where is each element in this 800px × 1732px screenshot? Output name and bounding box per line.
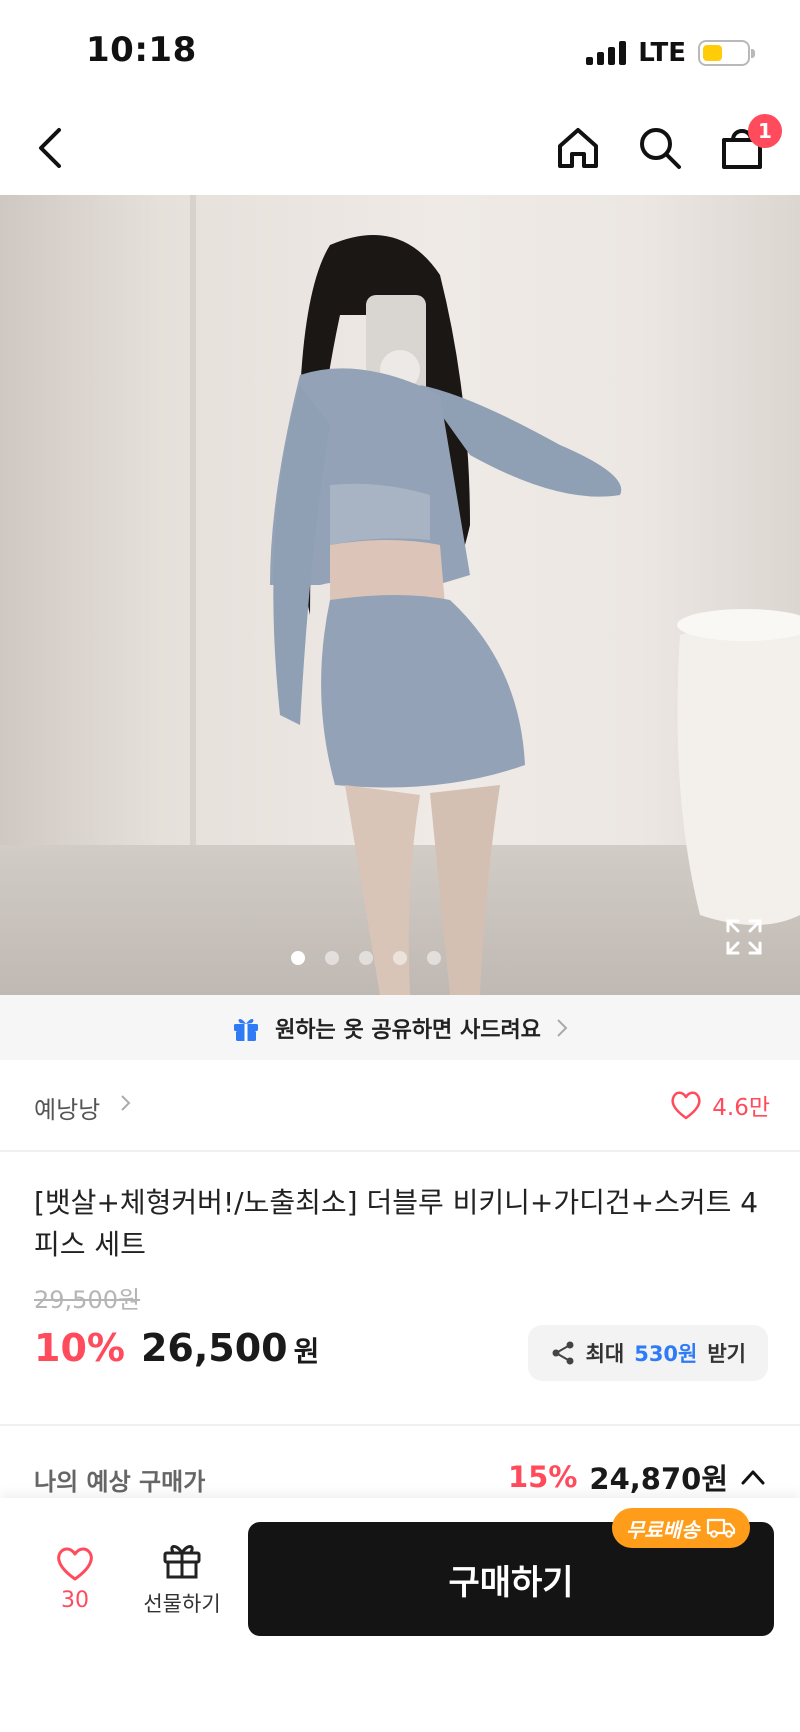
wishlist-count: 30: [61, 1588, 89, 1613]
battery-icon: [698, 40, 755, 66]
chevron-left-icon: [39, 128, 61, 168]
store-row: 예낭낭 4.6만: [0, 1060, 800, 1152]
price-row: 10% 26,500 원: [34, 1326, 319, 1370]
heart-icon: [671, 1091, 701, 1120]
expected-price: 24,870원: [589, 1462, 728, 1496]
carousel-dot[interactable]: [291, 951, 305, 965]
chevron-up-icon[interactable]: [740, 1468, 766, 1486]
truck-icon: [706, 1518, 735, 1538]
expected-price-label: 나의 예상 구매가: [34, 1468, 206, 1496]
expected-discount: 15%: [507, 1460, 578, 1494]
reward-amount: 530원: [634, 1342, 698, 1366]
share-banner-text: 원하는 옷 공유하면 사드려요: [275, 1017, 541, 1043]
bottom-action-bar: 30 선물하기 구매하기 무료배송: [0, 1498, 800, 1732]
expected-price-value: 15% 24,870원: [508, 1456, 766, 1498]
top-nav: 1: [0, 100, 800, 195]
home-icon: [558, 128, 598, 168]
carousel-indicator: [0, 951, 800, 965]
status-bar: 10:18 LTE: [0, 0, 800, 100]
gift-button[interactable]: 선물하기: [132, 1540, 232, 1630]
status-indicators: LTE: [586, 38, 755, 68]
discount-rate: 10%: [34, 1326, 125, 1370]
wishlist-button[interactable]: 30: [40, 1546, 110, 1626]
store-name[interactable]: 예낭낭: [34, 1090, 100, 1125]
expand-button[interactable]: [724, 917, 764, 957]
signal-icon: [586, 41, 627, 65]
share-icon: [552, 1341, 574, 1365]
gift-label: 선물하기: [143, 1592, 221, 1616]
carousel-dot[interactable]: [325, 951, 339, 965]
currency-label: 원: [293, 1335, 320, 1368]
expected-price-row[interactable]: 나의 예상 구매가 15% 24,870원: [0, 1426, 800, 1498]
gift-icon: [234, 1018, 259, 1041]
product-photo: [270, 235, 800, 995]
home-button[interactable]: [550, 120, 606, 176]
free-shipping-label: 무료배송: [626, 1517, 700, 1542]
chevron-right-icon: [557, 1018, 568, 1037]
carousel-dot[interactable]: [359, 951, 373, 965]
gift-icon: [163, 1545, 201, 1579]
free-shipping-badge: 무료배송: [612, 1508, 750, 1548]
battery-level: [703, 45, 722, 61]
expand-icon: [726, 919, 762, 955]
product-image-carousel[interactable]: [0, 195, 800, 995]
share-reward-button[interactable]: 최대 530원 받기: [527, 1325, 768, 1381]
share-promo-banner[interactable]: 원하는 옷 공유하면 사드려요: [0, 995, 800, 1060]
search-button[interactable]: [632, 120, 688, 176]
heart-icon: [57, 1547, 93, 1581]
reward-suffix: 받기: [707, 1342, 746, 1366]
store-like-button[interactable]: 4.6만: [670, 1088, 770, 1122]
network-label: LTE: [638, 38, 686, 68]
back-button[interactable]: [22, 120, 78, 176]
sale-price: 26,500: [140, 1326, 288, 1370]
original-price: 29,500원: [34, 1286, 141, 1314]
carousel-dot[interactable]: [393, 951, 407, 965]
chevron-right-icon[interactable]: [120, 1094, 132, 1112]
status-time: 10:18: [86, 30, 197, 70]
product-title: [뱃살+체형커버!/노출최소] 더블루 비키니+가디건+스커트 4피스 세트: [34, 1186, 759, 1261]
store-like-count: 4.6만: [712, 1095, 770, 1121]
cart-button[interactable]: 1: [714, 114, 782, 176]
search-icon: [640, 128, 681, 169]
reward-prefix: 최대: [585, 1342, 625, 1366]
carousel-dot[interactable]: [427, 951, 441, 965]
cart-badge: 1: [748, 114, 782, 148]
